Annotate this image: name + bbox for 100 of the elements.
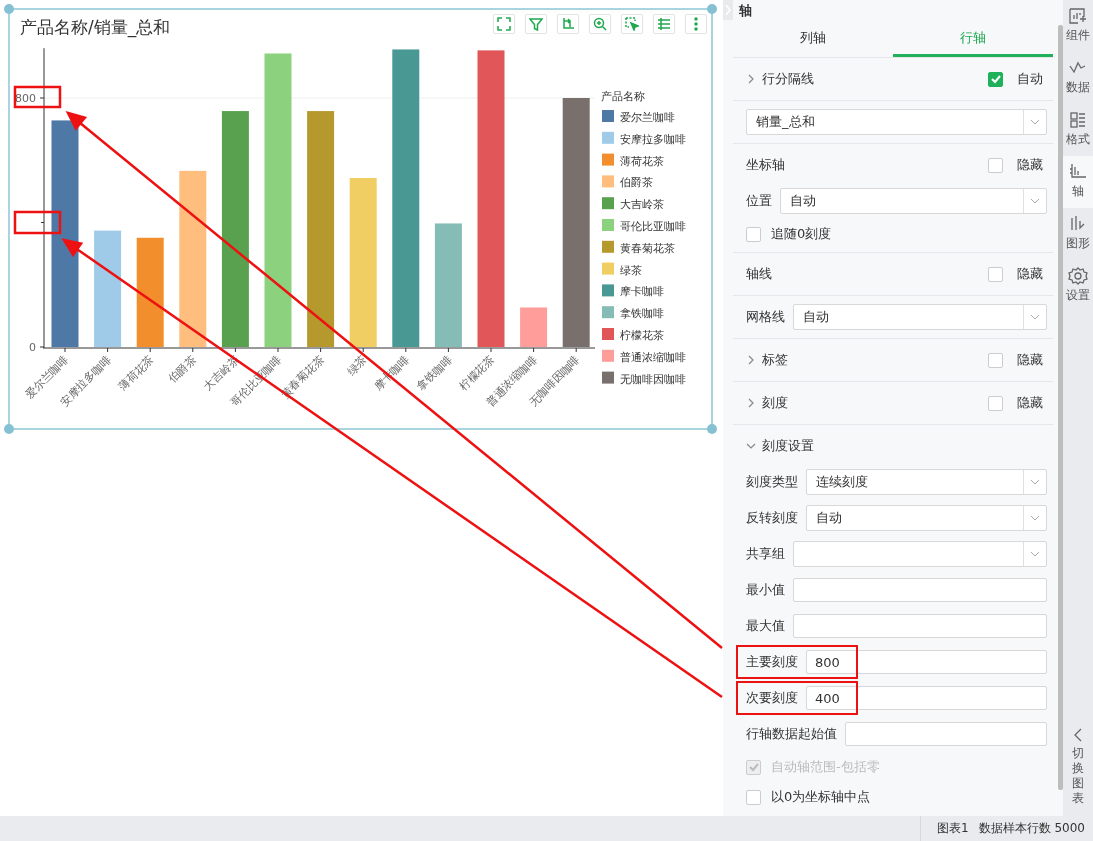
sidebar-tab[interactable]: 组件	[1063, 0, 1093, 52]
bar[interactable]	[136, 237, 164, 347]
sidebar-tab[interactable]: 图形	[1063, 208, 1093, 260]
input-field[interactable]	[845, 722, 1047, 746]
input-field[interactable]: 400	[806, 686, 1047, 710]
fullscreen-button[interactable]	[493, 14, 515, 34]
checkbox[interactable]	[988, 352, 1003, 368]
legend-label: 薄荷花茶	[620, 154, 664, 168]
checkbox-label: 隐藏	[1017, 394, 1043, 412]
field-label: 主要刻度	[746, 653, 798, 671]
select-button[interactable]	[621, 14, 643, 34]
axis-label: 拿铁咖啡	[414, 352, 455, 394]
zoom-in-button[interactable]	[589, 14, 611, 34]
switch-chart-button[interactable]: 切换图表	[1063, 728, 1093, 816]
dropdown[interactable]: 自动	[780, 188, 1047, 214]
scrollbar[interactable]	[1058, 25, 1063, 790]
checkbox[interactable]	[746, 226, 761, 242]
checkbox[interactable]	[988, 157, 1003, 173]
legend-label: 摩卡咖啡	[620, 285, 664, 299]
legend-label: 普通浓缩咖啡	[620, 350, 686, 364]
legend-label: 大吉岭茶	[620, 198, 664, 212]
chevron-down-icon	[1030, 515, 1040, 521]
chevron-down-icon[interactable]	[746, 441, 756, 451]
resize-handle[interactable]	[4, 424, 14, 434]
legend-label: 绿茶	[620, 263, 642, 277]
legend-label: 黄春菊花茶	[620, 241, 675, 255]
legend-label: 安摩拉多咖啡	[620, 132, 686, 146]
zoom-in-icon	[593, 17, 607, 31]
dropdown[interactable]: 自动	[806, 505, 1047, 531]
input-field[interactable]	[793, 578, 1047, 602]
checkbox[interactable]	[988, 395, 1003, 411]
section-label: 标签	[762, 351, 788, 369]
section-label: 坐标轴	[746, 156, 785, 174]
field-label: 最大值	[746, 617, 785, 635]
legend-label: 爱尔兰咖啡	[620, 111, 675, 124]
checkbox[interactable]	[746, 789, 761, 805]
field-label: 刻度类型	[746, 473, 798, 491]
field-label: 最小值	[746, 581, 785, 599]
bar[interactable]	[392, 49, 420, 347]
filter-button[interactable]	[525, 14, 547, 34]
field-label: 网格线	[746, 308, 785, 326]
axis-label: 0	[29, 341, 36, 354]
axis-swap-icon	[561, 17, 575, 31]
list-button[interactable]	[653, 14, 675, 34]
checkbox-label: 隐藏	[1017, 265, 1043, 283]
field-label: 行轴数据起始值	[746, 725, 837, 743]
bar[interactable]	[434, 223, 462, 347]
field-label: 位置	[746, 192, 772, 210]
fullscreen-icon	[497, 17, 511, 31]
sidebar-tab[interactable]: 格式	[1063, 104, 1093, 156]
bar[interactable]	[221, 111, 249, 347]
panel-title: 轴	[738, 2, 753, 20]
more-button[interactable]	[685, 14, 707, 34]
settings-icon	[1068, 266, 1088, 285]
sidebar-tab[interactable]: 设置	[1063, 260, 1093, 312]
checkbox-label: 追随0刻度	[771, 225, 832, 243]
legend-label: 哥伦比亚咖啡	[620, 220, 686, 233]
dropdown[interactable]: 销量_总和	[746, 109, 1047, 135]
checkbox[interactable]	[988, 71, 1003, 87]
checkbox[interactable]	[988, 266, 1003, 282]
dropdown[interactable]: 连续刻度	[806, 469, 1047, 495]
legend-label: 拿铁咖啡	[620, 307, 664, 321]
dropdown[interactable]	[793, 541, 1047, 567]
dropdown[interactable]: 自动	[793, 304, 1047, 330]
input-field[interactable]: 800	[806, 650, 1047, 674]
bar[interactable]	[307, 111, 335, 347]
sidebar-tab[interactable]: 数据	[1063, 52, 1093, 104]
checkbox-label: 隐藏	[1017, 351, 1043, 369]
chart-add-icon	[1068, 6, 1088, 25]
checkbox-label: 隐藏	[1017, 156, 1043, 174]
select-icon	[625, 17, 639, 31]
axis-icon	[1068, 162, 1088, 181]
bar[interactable]	[477, 50, 505, 347]
resize-handle[interactable]	[707, 4, 717, 14]
field-label: 共享组	[746, 545, 785, 563]
resize-handle[interactable]	[707, 424, 717, 434]
checkbox-label: 自动轴范围-包括零	[771, 758, 880, 776]
axis-label: 800	[15, 92, 36, 105]
bar[interactable]	[520, 307, 548, 347]
chevron-right-icon[interactable]	[746, 74, 756, 84]
status-text: 图表1	[937, 820, 969, 837]
chevron-down-icon	[1030, 198, 1040, 204]
legend-label: 柠檬花茶	[620, 329, 664, 342]
legend-title: 产品名称	[601, 90, 645, 103]
tab[interactable]: 列轴	[733, 22, 893, 57]
status-text: 数据样本行数 5000	[978, 820, 1085, 837]
checkbox-label: 自动	[1017, 70, 1043, 88]
bar[interactable]	[51, 120, 79, 347]
chevron-right-icon[interactable]	[746, 355, 756, 365]
bar[interactable]	[94, 230, 122, 347]
bar[interactable]	[562, 98, 590, 347]
chevron-right-icon[interactable]	[746, 398, 756, 408]
resize-handle[interactable]	[4, 4, 14, 14]
field-label: 反转刻度	[746, 509, 798, 527]
bar[interactable]	[179, 170, 207, 347]
sidebar-tab[interactable]: 轴	[1063, 156, 1093, 208]
section-label: 刻度设置	[762, 437, 814, 455]
input-field[interactable]	[793, 614, 1047, 638]
chevron-down-icon	[1030, 119, 1040, 125]
axis-swap-button[interactable]	[557, 14, 579, 34]
